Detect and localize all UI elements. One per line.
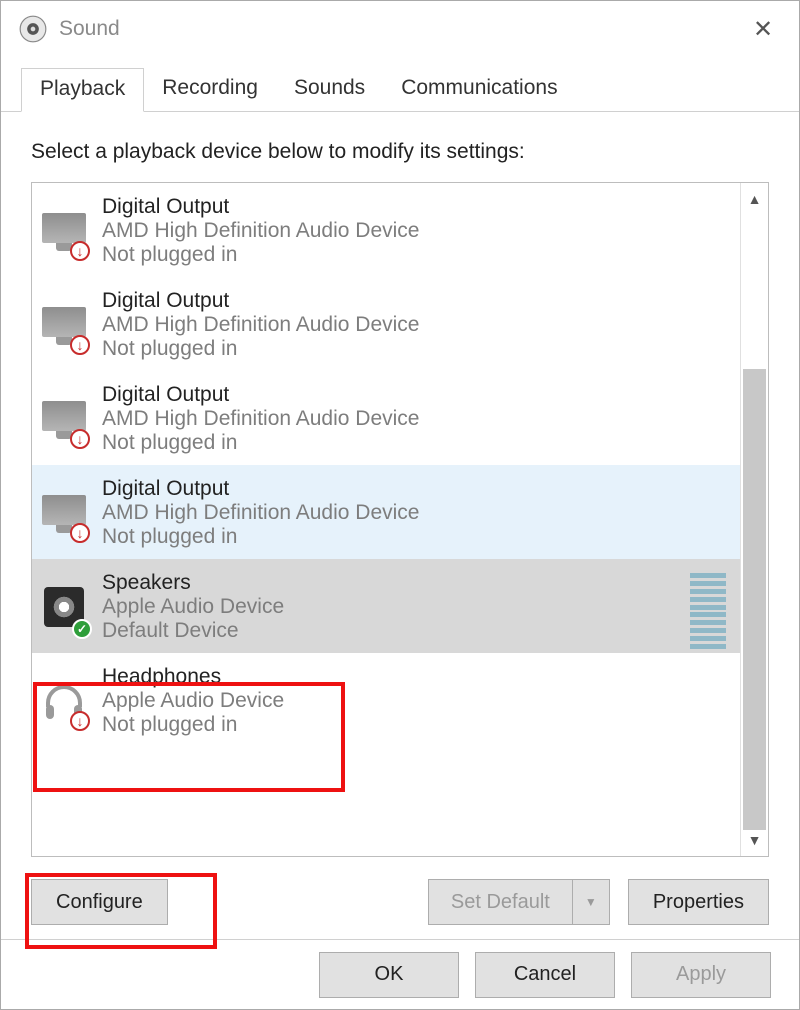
properties-button[interactable]: Properties xyxy=(628,879,769,925)
unplugged-badge-icon xyxy=(70,429,90,449)
configure-button[interactable]: Configure xyxy=(31,879,168,925)
device-description: AMD High Definition Audio Device xyxy=(102,219,419,243)
close-button[interactable]: ✕ xyxy=(739,5,787,53)
device-name: Speakers xyxy=(102,571,284,595)
ok-button[interactable]: OK xyxy=(319,952,459,998)
sound-icon xyxy=(19,15,47,43)
scroll-down-icon[interactable]: ▼ xyxy=(748,830,762,850)
device-status: Not plugged in xyxy=(102,431,419,455)
monitor-icon xyxy=(38,207,96,265)
default-badge-icon xyxy=(72,619,92,639)
tab-recording[interactable]: Recording xyxy=(144,68,276,112)
unplugged-badge-icon xyxy=(70,711,90,731)
tab-playback[interactable]: Playback xyxy=(21,68,144,112)
device-row[interactable]: Digital OutputAMD High Definition Audio … xyxy=(32,371,740,465)
device-name: Digital Output xyxy=(102,289,419,313)
device-row[interactable]: Digital OutputAMD High Definition Audio … xyxy=(32,183,740,277)
scroll-up-icon[interactable]: ▲ xyxy=(748,189,762,209)
apply-button[interactable]: Apply xyxy=(631,952,771,998)
device-status: Default Device xyxy=(102,619,284,643)
instruction-text: Select a playback device below to modify… xyxy=(31,140,769,164)
device-status: Not plugged in xyxy=(102,337,419,361)
device-name: Digital Output xyxy=(102,195,419,219)
set-default-button[interactable]: Set Default ▼ xyxy=(428,879,610,925)
device-description: AMD High Definition Audio Device xyxy=(102,501,419,525)
volume-meter xyxy=(690,573,726,649)
device-list[interactable]: Digital OutputAMD High Definition Audio … xyxy=(32,183,740,856)
tab-communications[interactable]: Communications xyxy=(383,68,575,112)
device-name: Digital Output xyxy=(102,383,419,407)
device-status: Not plugged in xyxy=(102,525,419,549)
device-row[interactable]: SpeakersApple Audio DeviceDefault Device xyxy=(32,559,740,653)
dialog-bottom-bar: OK Cancel Apply xyxy=(1,939,799,1009)
headphones-icon xyxy=(38,677,96,735)
monitor-icon xyxy=(38,489,96,547)
sound-dialog: Sound ✕ Playback Recording Sounds Commun… xyxy=(0,0,800,1010)
device-name: Digital Output xyxy=(102,477,419,501)
device-description: Apple Audio Device xyxy=(102,595,284,619)
device-name: Headphones xyxy=(102,665,284,689)
device-status: Not plugged in xyxy=(102,243,419,267)
monitor-icon xyxy=(38,301,96,359)
scroll-track[interactable] xyxy=(741,209,768,830)
device-description: AMD High Definition Audio Device xyxy=(102,313,419,337)
device-row[interactable]: HeadphonesApple Audio DeviceNot plugged … xyxy=(32,653,740,747)
scrollbar[interactable]: ▲ ▼ xyxy=(740,183,768,856)
speaker-icon xyxy=(38,583,96,641)
device-row[interactable]: Digital OutputAMD High Definition Audio … xyxy=(32,465,740,559)
device-row[interactable]: Digital OutputAMD High Definition Audio … xyxy=(32,277,740,371)
unplugged-badge-icon xyxy=(70,523,90,543)
cancel-button[interactable]: Cancel xyxy=(475,952,615,998)
unplugged-badge-icon xyxy=(70,335,90,355)
device-description: Apple Audio Device xyxy=(102,689,284,713)
tab-sounds[interactable]: Sounds xyxy=(276,68,383,112)
tab-bar: Playback Recording Sounds Communications xyxy=(1,57,799,112)
titlebar: Sound ✕ xyxy=(1,1,799,57)
scroll-thumb[interactable] xyxy=(743,369,766,830)
chevron-down-icon[interactable]: ▼ xyxy=(573,880,609,924)
window-title: Sound xyxy=(59,17,120,41)
monitor-icon xyxy=(38,395,96,453)
device-listbox: Digital OutputAMD High Definition Audio … xyxy=(31,182,769,857)
device-description: AMD High Definition Audio Device xyxy=(102,407,419,431)
device-status: Not plugged in xyxy=(102,713,284,737)
unplugged-badge-icon xyxy=(70,241,90,261)
